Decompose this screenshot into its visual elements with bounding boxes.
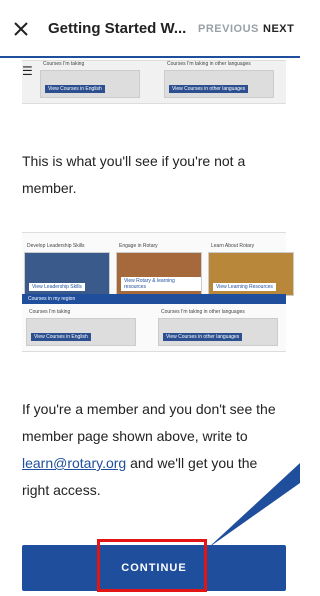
email-link[interactable]: learn@rotary.org (22, 455, 126, 471)
preview-tag: View Courses in English (31, 333, 91, 341)
next-button[interactable]: NEXT (263, 23, 294, 35)
preview-caption: Courses I'm taking (43, 61, 85, 67)
preview-thumb: Learn About Rotary View Learning Resourc… (208, 243, 294, 296)
preview-caption: Develop Leadership Skills (27, 243, 85, 249)
preview-caption: Engage in Rotary (119, 243, 158, 249)
preview-caption: Courses I'm taking (29, 309, 71, 315)
preview-mid-bottom-row: Courses I'm taking View Courses in Engli… (26, 309, 278, 346)
preview-thumb: Courses I'm taking in other languages Vi… (164, 61, 274, 98)
preview-tag: View Courses in other languages (169, 85, 249, 93)
not-member-text: This is what you'll see if you're not a … (22, 153, 246, 196)
preview-tag: View Rotary & learning resources (121, 277, 201, 291)
preview-banner: Courses in my region (22, 294, 286, 304)
preview-tag: View Courses in English (45, 85, 105, 93)
preview-thumb: Develop Leadership Skills View Leadershi… (24, 243, 110, 296)
preview-top-row: Courses I'm taking View Courses in Engli… (40, 61, 274, 98)
preview-mid-row: Develop Leadership Skills View Leadershi… (24, 243, 294, 296)
previous-button[interactable]: PREVIOUS (198, 23, 259, 35)
preview-thumb: Courses I'm taking in other languages Vi… (158, 309, 278, 346)
preview-caption: Courses I'm taking in other languages (161, 309, 245, 315)
hamburger-icon: ☰ (22, 64, 33, 78)
preview-tag: View Learning Resources (213, 283, 276, 291)
close-icon[interactable] (12, 20, 30, 38)
preview-tag: View Leadership Skills (29, 283, 85, 291)
preview-caption: Learn About Rotary (211, 243, 255, 249)
preview-thumb: Courses I'm taking View Courses in Engli… (26, 309, 136, 346)
member-text-prefix: If you're a member and you don't see the… (22, 401, 276, 444)
preview-thumb: Engage in Rotary View Rotary & learning … (116, 243, 202, 296)
preview-tag: View Courses in other languages (163, 333, 243, 341)
preview-thumb: Courses I'm taking View Courses in Engli… (40, 61, 140, 98)
highlight-box (97, 539, 207, 592)
preview-caption: Courses I'm taking in other languages (167, 61, 251, 67)
top-bar: Getting Started W... PREVIOUS NEXT (0, 0, 300, 58)
preview-banner-label: Courses in my region (28, 296, 76, 302)
page-title: Getting Started W... (48, 20, 187, 37)
